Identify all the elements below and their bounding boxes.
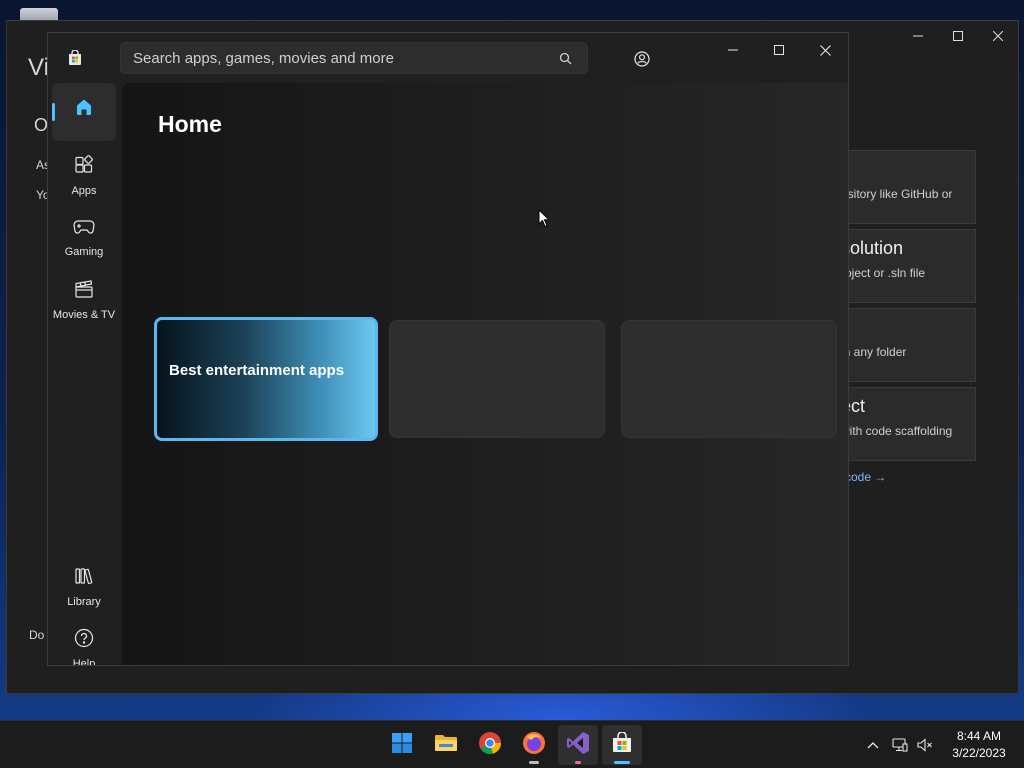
folder-icon — [434, 733, 458, 758]
vs-clone-repo-card[interactable]: ository like GitHub or — [838, 150, 976, 224]
store-maximize-button[interactable] — [756, 35, 802, 65]
running-indicator — [614, 761, 630, 764]
vs-card-subtitle: ository like GitHub or — [841, 187, 953, 201]
start-button[interactable] — [382, 725, 422, 765]
vs-maximize-button[interactable] — [938, 21, 978, 51]
clock-time: 8:44 AM — [956, 729, 1002, 743]
mouse-cursor — [538, 208, 551, 233]
vs-minimize-button[interactable] — [898, 21, 938, 51]
sidebar-item-label: Library — [67, 596, 101, 608]
sidebar-item-gaming[interactable]: Gaming — [52, 209, 116, 267]
microsoft-store-window[interactable]: Apps Gaming Movies & TV Library Help — [47, 32, 849, 666]
vs-open-folder-card[interactable]: r in any folder — [838, 308, 976, 382]
vs-card-title: ect — [841, 396, 866, 416]
home-icon — [74, 97, 94, 122]
vs-title-fragment: Vi — [28, 54, 49, 81]
sidebar-item-home[interactable] — [52, 83, 116, 141]
sidebar-nav: Apps Gaming Movies & TV Library Help — [48, 81, 120, 666]
search-box[interactable] — [120, 42, 588, 74]
collection-card-placeholder[interactable] — [389, 320, 605, 438]
sidebar-item-movies-tv[interactable]: Movies & TV — [52, 271, 116, 329]
taskbar-clock[interactable]: 8:44 AM 3/22/2023 — [942, 728, 1016, 762]
chrome-icon — [478, 731, 502, 760]
sidebar-item-label: Apps — [71, 185, 97, 197]
volume-muted-icon[interactable] — [914, 721, 936, 768]
vs-continue-without-code-link[interactable]: code → — [845, 470, 886, 484]
chevron-up-icon — [867, 736, 879, 754]
sidebar-item-help[interactable]: Help — [52, 620, 116, 666]
vs-card-title — [841, 159, 967, 183]
page-title: Home — [158, 111, 222, 137]
store-icon — [611, 730, 633, 759]
home-content: Home Best entertainment apps — [122, 83, 848, 665]
network-icon[interactable] — [889, 721, 911, 768]
featured-collection-card[interactable]: Best entertainment apps — [154, 317, 378, 441]
active-indicator — [52, 103, 55, 121]
vs-new-project-card[interactable]: ect with code scaffolding — [838, 387, 976, 461]
sidebar-item-label: Help — [72, 658, 96, 666]
vs-card-subtitle: in any folder — [841, 345, 907, 359]
apps-icon — [74, 155, 94, 180]
store-close-button[interactable] — [802, 35, 848, 65]
taskbar: 8:44 AM 3/22/2023 — [0, 720, 1024, 768]
collection-card-placeholder[interactable] — [621, 320, 837, 438]
search-icon[interactable] — [555, 48, 575, 68]
microsoft-store-taskbar-button[interactable] — [602, 725, 642, 765]
featured-card-title: Best entertainment apps — [169, 362, 345, 379]
store-logo-icon — [67, 49, 83, 66]
sidebar-item-library[interactable]: Library — [52, 558, 116, 616]
vs-caption-buttons — [898, 21, 1018, 51]
running-indicator — [529, 761, 539, 764]
sidebar-item-label: Gaming — [64, 246, 104, 258]
vs-card-subtitle: roject or .sln file — [841, 266, 926, 280]
help-icon — [74, 628, 94, 653]
sidebar-item-apps[interactable]: Apps — [52, 147, 116, 205]
firefox-icon — [522, 731, 546, 760]
vs-card-title: solution — [841, 238, 904, 258]
sidebar-item-label: Movies & TV — [52, 309, 116, 321]
visual-studio-icon — [566, 731, 590, 760]
firefox-taskbar-button[interactable] — [514, 725, 554, 765]
vs-close-button[interactable] — [978, 21, 1018, 51]
vs-card-subtitle: with code scaffolding — [841, 424, 953, 438]
store-minimize-button[interactable] — [710, 35, 756, 65]
vs-heading-fragment: O — [34, 115, 49, 135]
vs-text-fragment-bottom: Do — [29, 628, 45, 642]
chrome-taskbar-button[interactable] — [470, 725, 510, 765]
vs-card-title: r — [841, 317, 967, 341]
gamepad-icon — [73, 218, 95, 241]
running-indicator — [575, 761, 581, 764]
show-hidden-icons-button[interactable] — [862, 721, 884, 768]
clapperboard-icon — [74, 279, 94, 304]
vs-open-solution-card[interactable]: solution roject or .sln file — [838, 229, 976, 303]
visual-studio-taskbar-button[interactable] — [558, 725, 598, 765]
windows-logo-icon — [391, 732, 413, 759]
search-input[interactable] — [133, 49, 555, 67]
profile-icon[interactable] — [627, 44, 657, 74]
clock-date: 3/22/2023 — [952, 746, 1006, 760]
file-explorer-taskbar-button[interactable] — [426, 725, 466, 765]
library-icon — [74, 566, 94, 591]
